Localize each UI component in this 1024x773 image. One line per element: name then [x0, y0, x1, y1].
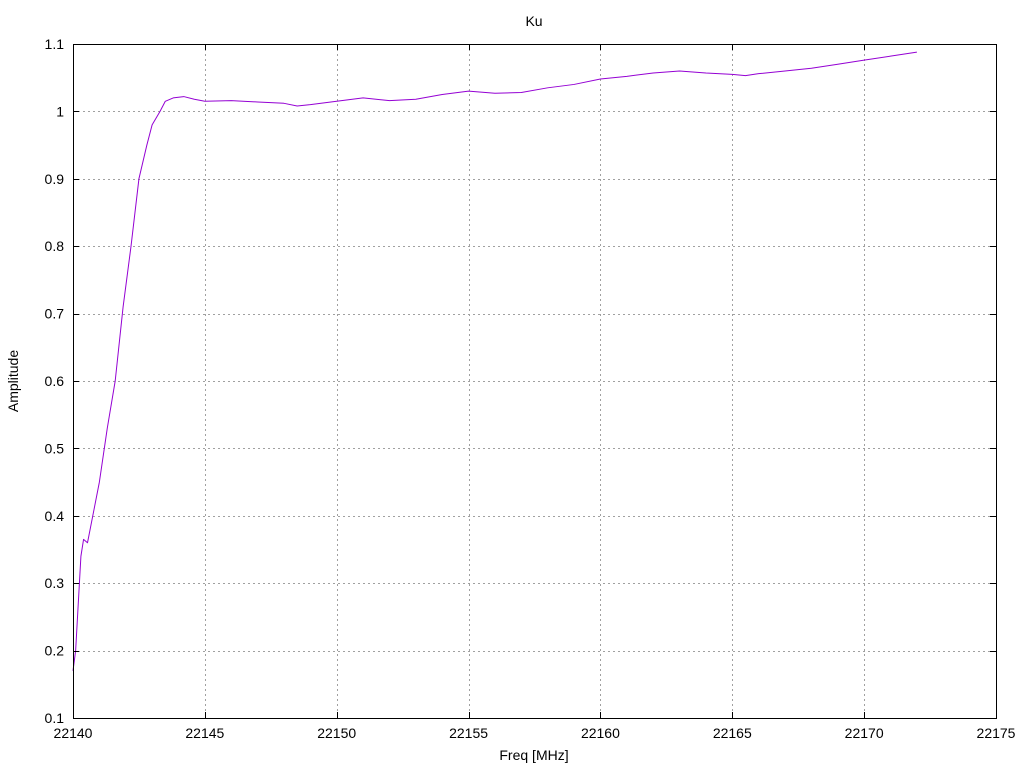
y-tick-label: 0.4: [45, 508, 65, 524]
y-tick-label: 0.3: [45, 575, 65, 591]
x-tick-label: 22160: [581, 725, 620, 741]
chart-root: 22140 22145 22150 22155 22160 22165 22170 22175…: [0, 0, 1024, 768]
x-tick-label: 22175: [977, 725, 1016, 741]
line-chart: 22140 22145 22150 22155 22160 22165 22170 22175…: [5, 13, 1016, 763]
y-tick-label: 0.9: [45, 171, 65, 187]
x-tick-label: 22170: [845, 725, 884, 741]
x-tick-label: 22155: [449, 725, 488, 741]
y-tick-label: 0.6: [45, 373, 65, 389]
chart-title: Ku: [525, 13, 542, 29]
grid-layer: [73, 44, 996, 718]
x-tick-label: 22140: [54, 725, 93, 741]
x-tick-label: 22165: [713, 725, 752, 741]
x-tick-label: 22150: [317, 725, 356, 741]
x-axis-title: Freq [MHz]: [499, 747, 568, 763]
y-tick-label: 0.7: [45, 306, 65, 322]
y-tick-label: 1.1: [45, 36, 65, 52]
x-tick-label: 22145: [185, 725, 224, 741]
series-line-0: [72, 51, 917, 671]
series-layer: [72, 51, 917, 671]
y-tick-label: 1: [56, 103, 64, 119]
y-tick-label: 0.5: [45, 440, 65, 456]
y-tick-label: 0.2: [45, 643, 65, 659]
y-tick-label: 0.1: [45, 710, 65, 726]
tick-label-layer: 22140 22145 22150 22155 22160 22165 22170 22175…: [45, 36, 1016, 741]
y-tick-label: 0.8: [45, 238, 65, 254]
y-axis-title: Amplitude: [5, 350, 21, 412]
